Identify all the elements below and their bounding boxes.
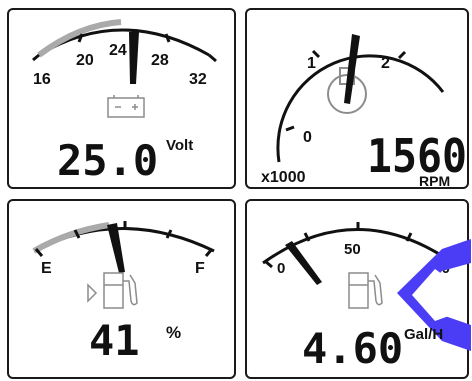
battery-icon	[107, 95, 145, 118]
tachometer-scale-0: 0	[303, 129, 312, 146]
tachometer-scale-2: 2	[381, 55, 390, 72]
voltage-value: 25.0	[57, 136, 158, 185]
tachometer-unit: RPM	[419, 173, 450, 189]
voltage-gauge-panel[interactable]: 16 20 24 28 32 25.0 Volt	[7, 8, 236, 189]
fuel-side-arrow-icon	[87, 283, 98, 303]
fuel-rate-scale-0: 0	[277, 260, 285, 277]
voltage-scale-28: 28	[151, 52, 169, 69]
voltage-scale-16: 16	[33, 71, 51, 88]
fuel-level-unit: %	[166, 323, 181, 342]
fuel-level-full-label: F	[195, 260, 205, 277]
voltage-gauge: 16 20 24 28 32 25.0 Volt	[32, 19, 217, 185]
fuel-level-arc-fill	[32, 222, 110, 254]
fuel-rate-panel[interactable]: 0 50 100 4.60 Gal/H	[245, 199, 471, 379]
fuel-rate-value: 4.60	[302, 324, 403, 373]
fuel-level-gauge: E F 41 %	[32, 221, 215, 365]
fuel-level-empty-label: E	[41, 260, 52, 277]
tachometer-multiplier: x1000	[261, 169, 306, 186]
fuel-level-needle	[107, 223, 125, 273]
voltage-scale-20: 20	[76, 52, 94, 69]
voltage-needle	[129, 32, 139, 84]
fuel-rate-gauge: 0 50 100 4.60 Gal/H	[262, 222, 471, 373]
voltage-scale-32: 32	[189, 71, 207, 88]
fuel-rate-needle	[285, 241, 322, 285]
voltage-scale-24: 24	[109, 42, 127, 59]
tachometer-scale-1: 1	[307, 55, 316, 72]
fuel-level-panel[interactable]: E F 41 %	[7, 199, 236, 379]
fuel-rate-scale-50: 50	[344, 241, 361, 258]
tachometer-panel[interactable]: 0 1 2 x1000 1560 RPM	[245, 8, 469, 189]
tachometer-value: 1560	[367, 129, 467, 183]
fuel-level-value: 41	[89, 316, 140, 365]
tachometer-gauge: 0 1 2 x1000 1560 RPM	[261, 34, 467, 189]
fuel-rate-unit: Gal/H	[404, 326, 443, 343]
fuel-pump-icon	[348, 272, 383, 309]
voltage-unit: Volt	[166, 137, 193, 154]
fuel-pump-icon	[103, 272, 138, 309]
